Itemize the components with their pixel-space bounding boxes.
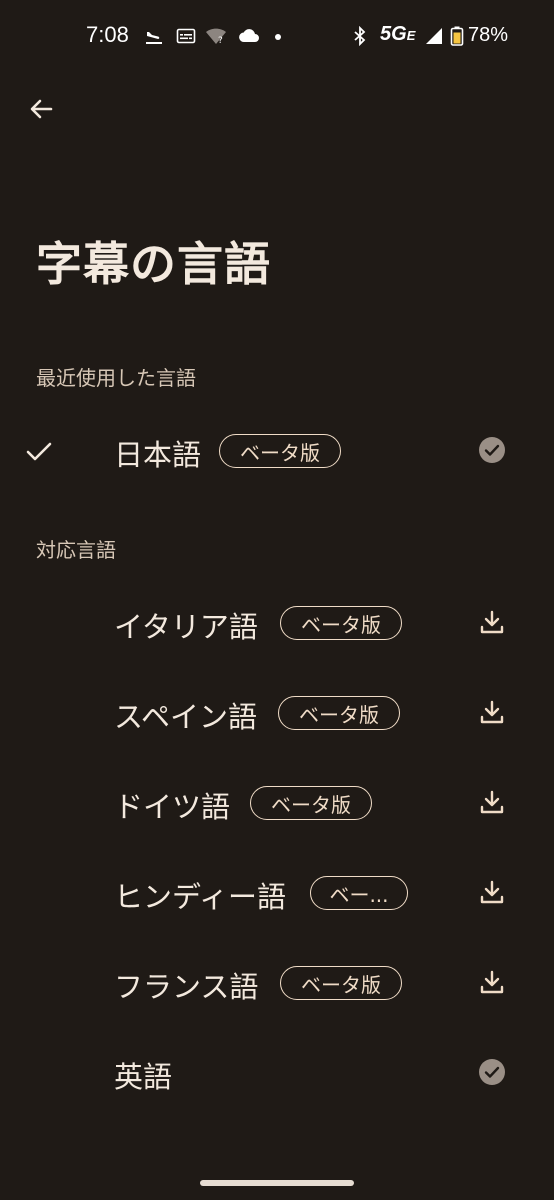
arrow-back-icon: [30, 99, 53, 119]
beta-badge: ベータ版: [278, 696, 400, 730]
beta-badge: ベータ版: [250, 786, 372, 820]
downloaded-icon: [476, 434, 508, 466]
language-name: フランス語: [114, 970, 259, 1004]
download-icon[interactable]: [476, 876, 508, 908]
language-name: 英語: [114, 1060, 173, 1094]
download-icon[interactable]: [476, 696, 508, 728]
bluetooth-icon: [354, 26, 366, 46]
language-row-japanese[interactable]: 日本語 ベータ版: [0, 412, 554, 492]
section-header-supported: 対応言語: [36, 538, 116, 562]
cloud-icon: [239, 29, 259, 43]
language-row-french[interactable]: フランス語 ベータ版: [0, 944, 554, 1024]
status-bar: 7:08 ? 5GE 78%: [0, 0, 554, 72]
wifi-unknown-icon: ?: [206, 28, 226, 46]
language-row-german[interactable]: ドイツ語 ベータ版: [0, 764, 554, 844]
page-title: 字幕の言語: [36, 237, 271, 291]
language-name: イタリア語: [114, 610, 258, 644]
language-row-english[interactable]: 英語: [0, 1034, 554, 1114]
language-row-hindi[interactable]: ヒンディー語 ベー...: [0, 854, 554, 934]
beta-badge: ベー...: [310, 876, 408, 910]
battery-percentage: 78%: [468, 24, 509, 46]
download-icon[interactable]: [476, 786, 508, 818]
download-icon[interactable]: [476, 966, 508, 998]
language-row-italian[interactable]: イタリア語 ベータ版: [0, 584, 554, 664]
beta-badge: ベータ版: [280, 966, 402, 1000]
beta-badge: ベータ版: [219, 434, 341, 468]
language-name: ドイツ語: [114, 790, 231, 824]
check-icon: [26, 442, 52, 461]
language-name: ヒンディー語: [114, 880, 286, 914]
battery-icon: [450, 26, 464, 46]
beta-badge: ベータ版: [280, 606, 402, 640]
section-header-recent: 最近使用した言語: [36, 366, 196, 390]
back-button[interactable]: [24, 92, 58, 126]
language-name: 日本語: [114, 438, 202, 472]
svg-text:?: ?: [218, 36, 223, 46]
status-time: 7:08: [86, 22, 129, 47]
language-row-spanish[interactable]: スペイン語 ベータ版: [0, 674, 554, 754]
downloaded-icon: [476, 1056, 508, 1088]
signal-icon: [426, 28, 442, 44]
subtitles-icon: [176, 28, 196, 44]
screen: 7:08 ? 5GE 78% 字幕の言語 最近使用した言語 日本語 ベータ版 対…: [0, 0, 554, 1200]
network-type: 5GE: [380, 23, 416, 45]
airplane-landing-icon: [146, 32, 162, 44]
language-name: スペイン語: [114, 700, 257, 734]
home-indicator[interactable]: [200, 1180, 354, 1186]
dot-icon: [275, 34, 281, 40]
download-icon[interactable]: [476, 606, 508, 638]
